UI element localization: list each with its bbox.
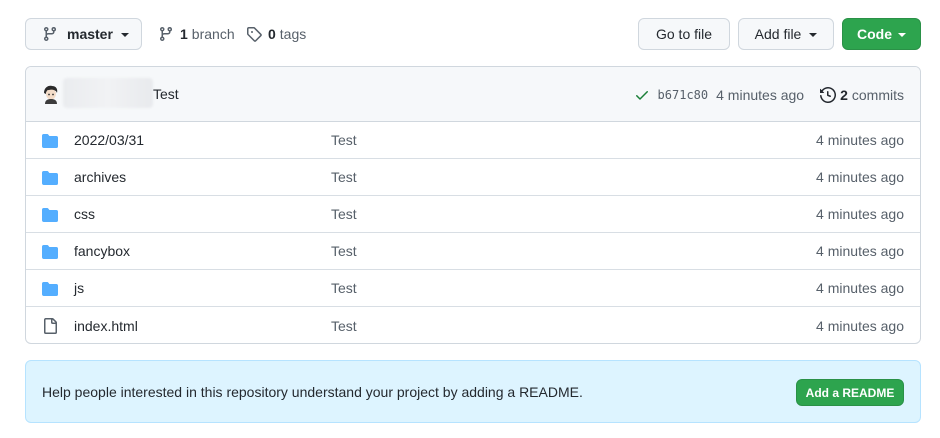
chevron-down-icon (120, 33, 129, 37)
file-row[interactable]: index.html Test 4 minutes ago (26, 307, 920, 343)
go-to-file-button[interactable]: Go to file (638, 18, 730, 50)
folder-icon (42, 245, 58, 259)
file-name-link[interactable]: archives (74, 169, 126, 185)
repo-toolbar: master 1 branch 0 tags Go to file Add fi… (25, 18, 921, 50)
file-commit-time: 4 minutes ago (816, 317, 904, 334)
latest-commit-message[interactable]: Test (153, 86, 179, 102)
file-commit-message[interactable]: Test (331, 132, 357, 148)
author-name-redacted (63, 78, 153, 108)
file-name-link[interactable]: js (74, 280, 84, 296)
tags-link[interactable]: 0 tags (246, 18, 306, 50)
tags-label: tags (279, 26, 307, 42)
git-branch-icon (159, 27, 172, 42)
file-list: 2022/03/31 Test 4 minutes ago archives T… (26, 122, 920, 343)
commits-count: 2 (840, 86, 848, 103)
commits-label: commits (851, 86, 904, 103)
file-icon (44, 318, 57, 334)
file-row[interactable]: 2022/03/31 Test 4 minutes ago (26, 122, 920, 159)
git-branch-icon (43, 27, 56, 42)
file-name-link[interactable]: 2022/03/31 (74, 132, 144, 148)
file-browser: Test b671c80 4 minutes ago 2 commits 2022… (25, 66, 921, 344)
latest-commit-bar: Test b671c80 4 minutes ago 2 commits (26, 67, 920, 122)
file-name-link[interactable]: index.html (74, 318, 138, 334)
file-commit-message[interactable]: Test (331, 280, 357, 296)
add-file-label: Add file (754, 26, 802, 42)
branch-select-button[interactable]: master (25, 18, 142, 50)
file-row[interactable]: fancybox Test 4 minutes ago (26, 233, 920, 270)
commit-details: b671c80 4 minutes ago 2 commits (634, 67, 904, 122)
file-name-link[interactable]: css (74, 206, 95, 222)
commits-history-link[interactable]: 2 commits (840, 87, 904, 103)
commit-sha-link[interactable]: b671c80 (658, 88, 709, 102)
readme-banner-text: Help people interested in this repositor… (42, 384, 583, 400)
file-row[interactable]: archives Test 4 minutes ago (26, 159, 920, 196)
branch-name: master (67, 26, 113, 42)
file-commit-message[interactable]: Test (331, 318, 357, 334)
check-icon[interactable] (634, 87, 650, 103)
file-name-link[interactable]: fancybox (74, 243, 130, 259)
add-readme-button[interactable]: Add a README (796, 379, 904, 406)
file-commit-time: 4 minutes ago (816, 132, 904, 148)
file-commit-message[interactable]: Test (331, 206, 357, 222)
readme-banner: Help people interested in this repositor… (25, 360, 921, 423)
branches-link[interactable]: 1 branch (158, 18, 235, 50)
file-commit-time: 4 minutes ago (816, 206, 904, 222)
folder-icon (42, 171, 58, 185)
file-commit-time: 4 minutes ago (816, 169, 904, 185)
code-button[interactable]: Code (842, 18, 921, 50)
file-commit-message[interactable]: Test (331, 243, 357, 259)
file-row[interactable]: js Test 4 minutes ago (26, 270, 920, 307)
avatar[interactable] (41, 84, 61, 104)
folder-icon (42, 208, 58, 222)
file-commit-message[interactable]: Test (331, 169, 357, 185)
history-icon (820, 86, 837, 103)
tags-count: 0 (268, 26, 276, 42)
file-row[interactable]: css Test 4 minutes ago (26, 196, 920, 233)
code-label: Code (857, 26, 892, 42)
chevron-down-icon (809, 33, 818, 37)
tag-icon (247, 27, 262, 42)
add-file-button[interactable]: Add file (738, 18, 834, 50)
folder-icon (42, 134, 58, 148)
chevron-down-icon (898, 33, 906, 37)
file-commit-time: 4 minutes ago (816, 243, 904, 259)
folder-icon (42, 282, 58, 296)
commit-time: 4 minutes ago (716, 86, 805, 103)
branches-label: branch (191, 26, 235, 42)
file-commit-time: 4 minutes ago (816, 280, 904, 296)
branches-count: 1 (180, 26, 188, 42)
